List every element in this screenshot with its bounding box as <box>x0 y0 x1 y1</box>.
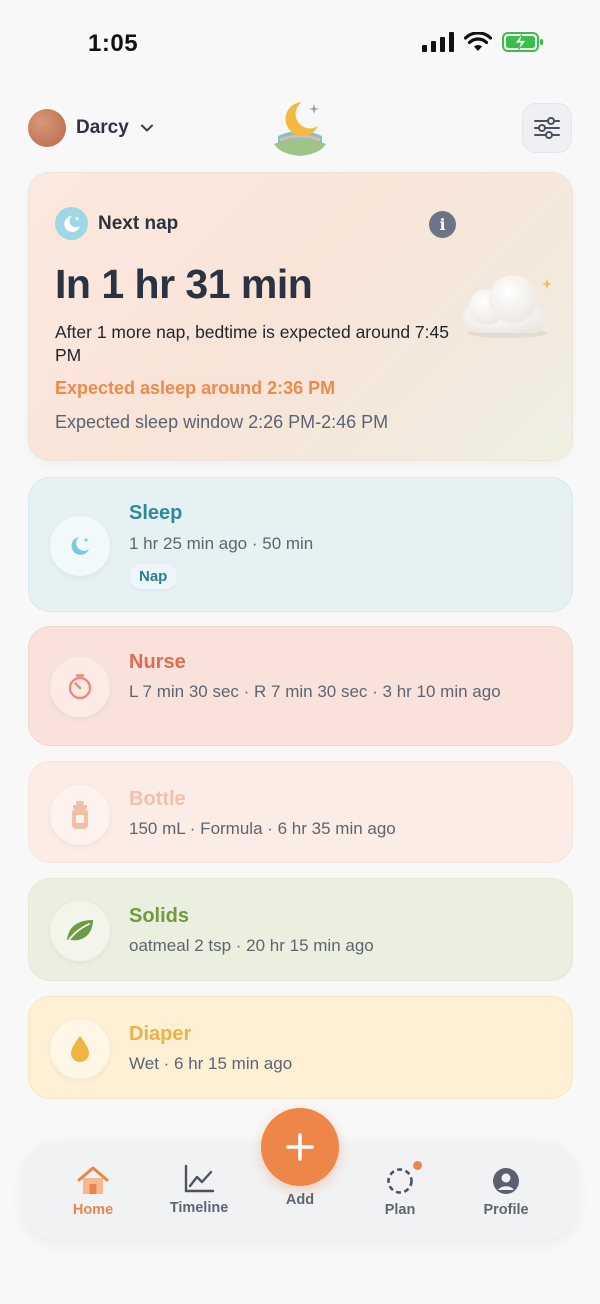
tab-timeline[interactable]: Timeline <box>154 1164 244 1216</box>
diaper-title: Diaper <box>129 1023 192 1045</box>
nurse-detail: L 7 min 30 sec · R 7 min 30 sec · 3 hr 1… <box>129 682 501 701</box>
bottle-event-card[interactable]: Bottle 150 mL · Formula · 6 hr 35 min ag… <box>28 761 573 863</box>
drop-icon <box>50 1019 110 1079</box>
nap-tag: Nap <box>129 564 178 589</box>
cloud-illustration <box>463 275 552 338</box>
child-switcher[interactable]: Darcy <box>28 109 155 147</box>
nurse-event-card[interactable]: Nurse L 7 min 30 sec · R 7 min 30 sec · … <box>28 626 573 746</box>
timer-icon <box>50 657 110 717</box>
next-nap-card[interactable]: Next nap i In 1 hr 31 min After 1 more n… <box>28 172 573 461</box>
diaper-event-card[interactable]: Diaper Wet · 6 hr 15 min ago <box>28 996 573 1099</box>
sleep-title: Sleep <box>129 502 183 524</box>
tab-plan-label: Plan <box>384 1202 416 1218</box>
profile-icon <box>493 1168 519 1194</box>
bottle-icon <box>50 785 110 845</box>
signal-icon <box>422 32 454 52</box>
plan-icon <box>387 1168 413 1194</box>
app-logo <box>274 102 326 156</box>
app-header: Darcy <box>0 100 600 158</box>
status-time: 1:05 <box>88 30 139 57</box>
diaper-detail: Wet · 6 hr 15 min ago <box>129 1054 293 1073</box>
tab-profile-label: Profile <box>483 1202 529 1218</box>
bottle-detail: 150 mL · Formula · 6 hr 35 min ago <box>129 819 396 838</box>
next-nap-label: Next nap <box>98 212 179 234</box>
solids-title: Solids <box>129 905 190 927</box>
sleep-detail: 1 hr 25 min ago · 50 min <box>129 534 314 553</box>
settings-filter-button[interactable] <box>522 103 572 153</box>
wifi-icon <box>464 32 492 51</box>
info-icon[interactable]: i <box>429 211 456 238</box>
bedtime-prediction: After 1 more nap, bedtime is expected ar… <box>55 322 449 365</box>
avatar <box>28 109 66 147</box>
leaf-icon <box>50 901 110 961</box>
tab-home-label: Home <box>72 1202 114 1218</box>
tab-home[interactable]: Home <box>48 1166 138 1218</box>
bottle-title: Bottle <box>129 788 186 810</box>
add-label: Add <box>285 1192 315 1208</box>
solids-event-card[interactable]: Solids oatmeal 2 tsp · 20 hr 15 min ago <box>28 878 573 981</box>
expected-asleep: Expected asleep around 2:36 PM <box>55 378 336 398</box>
child-name: Darcy <box>76 117 129 138</box>
status-icons <box>422 32 544 52</box>
chart-icon <box>184 1164 215 1193</box>
plus-icon <box>286 1133 314 1161</box>
tab-timeline-label: Timeline <box>169 1200 229 1216</box>
next-nap-header: Next nap <box>55 207 178 240</box>
chevron-down-icon <box>140 124 153 132</box>
moon-icon <box>50 516 110 576</box>
status-bar: 1:05 <box>0 0 600 90</box>
nurse-title: Nurse <box>129 651 186 673</box>
add-button[interactable] <box>261 1108 339 1186</box>
moon-icon <box>55 207 88 240</box>
tab-profile[interactable]: Profile <box>461 1166 551 1218</box>
battery-charging-icon <box>502 32 543 52</box>
nap-countdown: In 1 hr 31 min <box>55 261 313 307</box>
sleep-event-card[interactable]: Sleep 1 hr 25 min ago · 50 min Nap <box>28 477 573 612</box>
home-icon <box>77 1166 109 1194</box>
sliders-icon <box>534 117 560 139</box>
tab-plan[interactable]: Plan <box>355 1166 445 1218</box>
plan-notification-dot <box>413 1161 422 1170</box>
sleep-window: Expected sleep window 2:26 PM-2:46 PM <box>55 412 389 432</box>
solids-detail: oatmeal 2 tsp · 20 hr 15 min ago <box>129 936 374 955</box>
